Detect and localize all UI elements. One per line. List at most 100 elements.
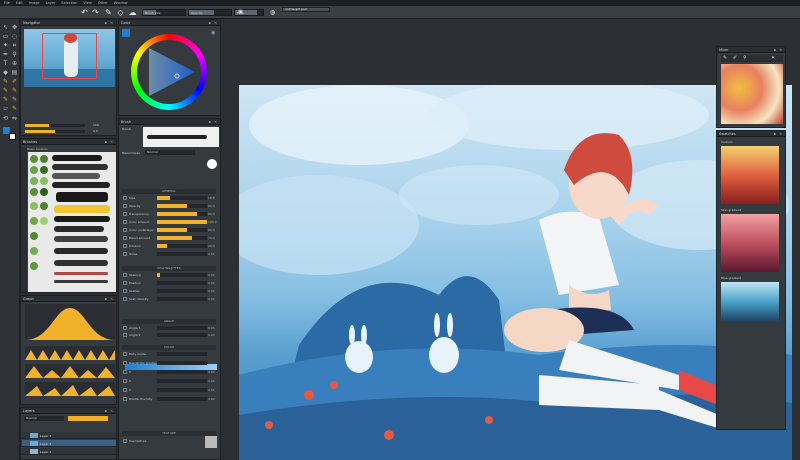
clone-tool-icon[interactable]: ✎: [11, 105, 18, 112]
flip-icon[interactable]: ⇋: [11, 115, 18, 122]
panel-controls-icon[interactable]: ▪ ✕: [105, 21, 114, 25]
property-checkbox[interactable]: [123, 388, 127, 392]
property-checkbox[interactable]: [123, 326, 127, 330]
gradient-icon[interactable]: ▤: [11, 69, 18, 76]
swatch-group-skin[interactable]: Skin gradient: [721, 208, 741, 212]
menu-window[interactable]: Window: [114, 1, 128, 5]
section-general[interactable]: GENERAL: [122, 189, 216, 194]
property-checkbox[interactable]: [123, 228, 127, 232]
grass-brush[interactable]: [30, 247, 38, 255]
property-slider[interactable]: [157, 297, 207, 301]
brush-blend-select[interactable]: Normal: [145, 150, 195, 155]
swatch-group-blue[interactable]: Blue gradient: [721, 276, 741, 280]
rotate-icon[interactable]: ⟲: [2, 115, 9, 122]
property-value[interactable]: 60.0: [208, 228, 215, 232]
property-checkbox[interactable]: [123, 289, 127, 293]
property-value[interactable]: 0.00: [208, 252, 215, 256]
menu-other[interactable]: Other: [98, 1, 108, 5]
section-spacing[interactable]: SPACING/JITTER: [122, 266, 216, 271]
stroke-preview[interactable]: [52, 173, 100, 179]
property-row[interactable]: Dilution 20.0: [122, 243, 216, 249]
eyedropper-icon[interactable]: ⚲: [11, 51, 18, 58]
panel-controls-icon[interactable]: ▪ ✕: [105, 140, 114, 144]
property-value[interactable]: 0.00: [208, 370, 215, 374]
texture-preview[interactable]: [205, 436, 217, 448]
grass-brush[interactable]: [30, 232, 38, 240]
property-checkbox[interactable]: [123, 379, 127, 383]
grass-brush[interactable]: [40, 202, 48, 210]
select-rect-icon[interactable]: ▭: [2, 33, 9, 40]
brush-grid[interactable]: [28, 152, 116, 292]
rotation-value[interactable]: 0.0: [93, 129, 98, 133]
property-value[interactable]: 0.00: [208, 379, 215, 383]
zoom-tool-icon[interactable]: ⊕: [11, 60, 18, 67]
property-row[interactable]: Angle 2 0.00: [122, 332, 216, 338]
property-row[interactable]: Bristle diversity 0.00: [122, 396, 216, 402]
property-checkbox[interactable]: [123, 397, 127, 401]
layer-row-selected[interactable]: Layer 2: [22, 440, 116, 447]
property-value[interactable]: 0.00: [208, 333, 215, 337]
property-slider[interactable]: [157, 333, 207, 337]
stroke-preview[interactable]: [54, 280, 108, 283]
stroke-preview[interactable]: [54, 205, 110, 213]
section-color[interactable]: COLOR: [122, 345, 216, 350]
stroke-preview[interactable]: [52, 155, 102, 161]
grass-brush[interactable]: [40, 217, 48, 225]
panel-controls-icon[interactable]: ▪ ✕: [105, 409, 114, 413]
stroke-preview[interactable]: [56, 192, 108, 202]
swatch-grid-warm[interactable]: [721, 146, 779, 204]
property-row[interactable]: Color amount 100.0: [122, 219, 217, 225]
use-texture-checkbox[interactable]: [123, 439, 127, 443]
property-slider[interactable]: [157, 212, 207, 216]
smudge-icon[interactable]: ☁: [128, 8, 137, 17]
lock-icon[interactable]: ▣: [236, 8, 245, 17]
brush-category[interactable]: Basic brushes: [27, 147, 48, 151]
brush-tool-icon[interactable]: ✎: [2, 78, 9, 85]
airbrush-icon[interactable]: ✎: [2, 87, 9, 94]
leaf-brush[interactable]: [40, 188, 48, 196]
marker-icon[interactable]: ✎: [11, 87, 18, 94]
property-checkbox[interactable]: [123, 333, 127, 337]
stroke-preview[interactable]: [54, 216, 110, 222]
panel-controls-icon[interactable]: ▪ ✕: [774, 132, 783, 136]
property-value[interactable]: 60.0: [208, 204, 215, 208]
pen-icon[interactable]: ✒: [2, 51, 9, 58]
grass-brush[interactable]: [30, 262, 38, 270]
pressure-preset-1[interactable]: [25, 346, 115, 360]
property-row[interactable]: Opacity 60.0: [122, 203, 216, 209]
property-slider[interactable]: [157, 252, 207, 256]
property-row[interactable]: Spacing 0.00: [122, 272, 216, 278]
panel-controls-icon[interactable]: ▪ ✕: [209, 21, 218, 25]
property-value[interactable]: 70.0: [208, 236, 215, 240]
property-value[interactable]: 18.8: [208, 196, 215, 200]
crop-icon[interactable]: ⌗: [11, 42, 18, 49]
mixer-brush-icon[interactable]: ✎: [723, 55, 727, 61]
property-slider[interactable]: [157, 361, 207, 365]
document-tab[interactable]: anime-girl.psd: [282, 7, 330, 12]
property-checkbox[interactable]: [123, 370, 127, 374]
canvas-workspace[interactable]: [230, 19, 800, 460]
secondary-color-swatch[interactable]: [9, 133, 16, 140]
pressure-curve[interactable]: [25, 304, 115, 340]
property-value[interactable]: 0.00: [208, 326, 215, 330]
layer-row[interactable]: Layer 3: [22, 432, 116, 439]
property-slider[interactable]: [157, 228, 207, 232]
property-checkbox[interactable]: [123, 196, 127, 200]
view-frame[interactable]: [42, 33, 97, 79]
property-slider[interactable]: [157, 370, 207, 374]
swatch-grid-skin[interactable]: [721, 214, 779, 272]
opacity-slider[interactable]: Opacity: [188, 9, 232, 16]
property-slider[interactable]: [157, 220, 207, 224]
pin-icon[interactable]: ◍: [268, 8, 277, 17]
lasso-icon[interactable]: ◌: [11, 33, 18, 40]
property-value[interactable]: 0.00: [208, 297, 215, 301]
property-row[interactable]: Scat. density 0.00: [122, 296, 216, 302]
property-slider[interactable]: [157, 379, 207, 383]
property-slider[interactable]: [157, 204, 207, 208]
property-row[interactable]: Size 18.8: [122, 195, 216, 201]
property-row[interactable]: S 0.00: [122, 378, 216, 384]
property-value[interactable]: 20.0: [208, 244, 215, 248]
mixer-pick-icon[interactable]: ⚲: [743, 55, 747, 61]
layer-opacity-slider[interactable]: [68, 416, 108, 421]
property-row[interactable]: Blend amount 70.0: [122, 235, 216, 241]
